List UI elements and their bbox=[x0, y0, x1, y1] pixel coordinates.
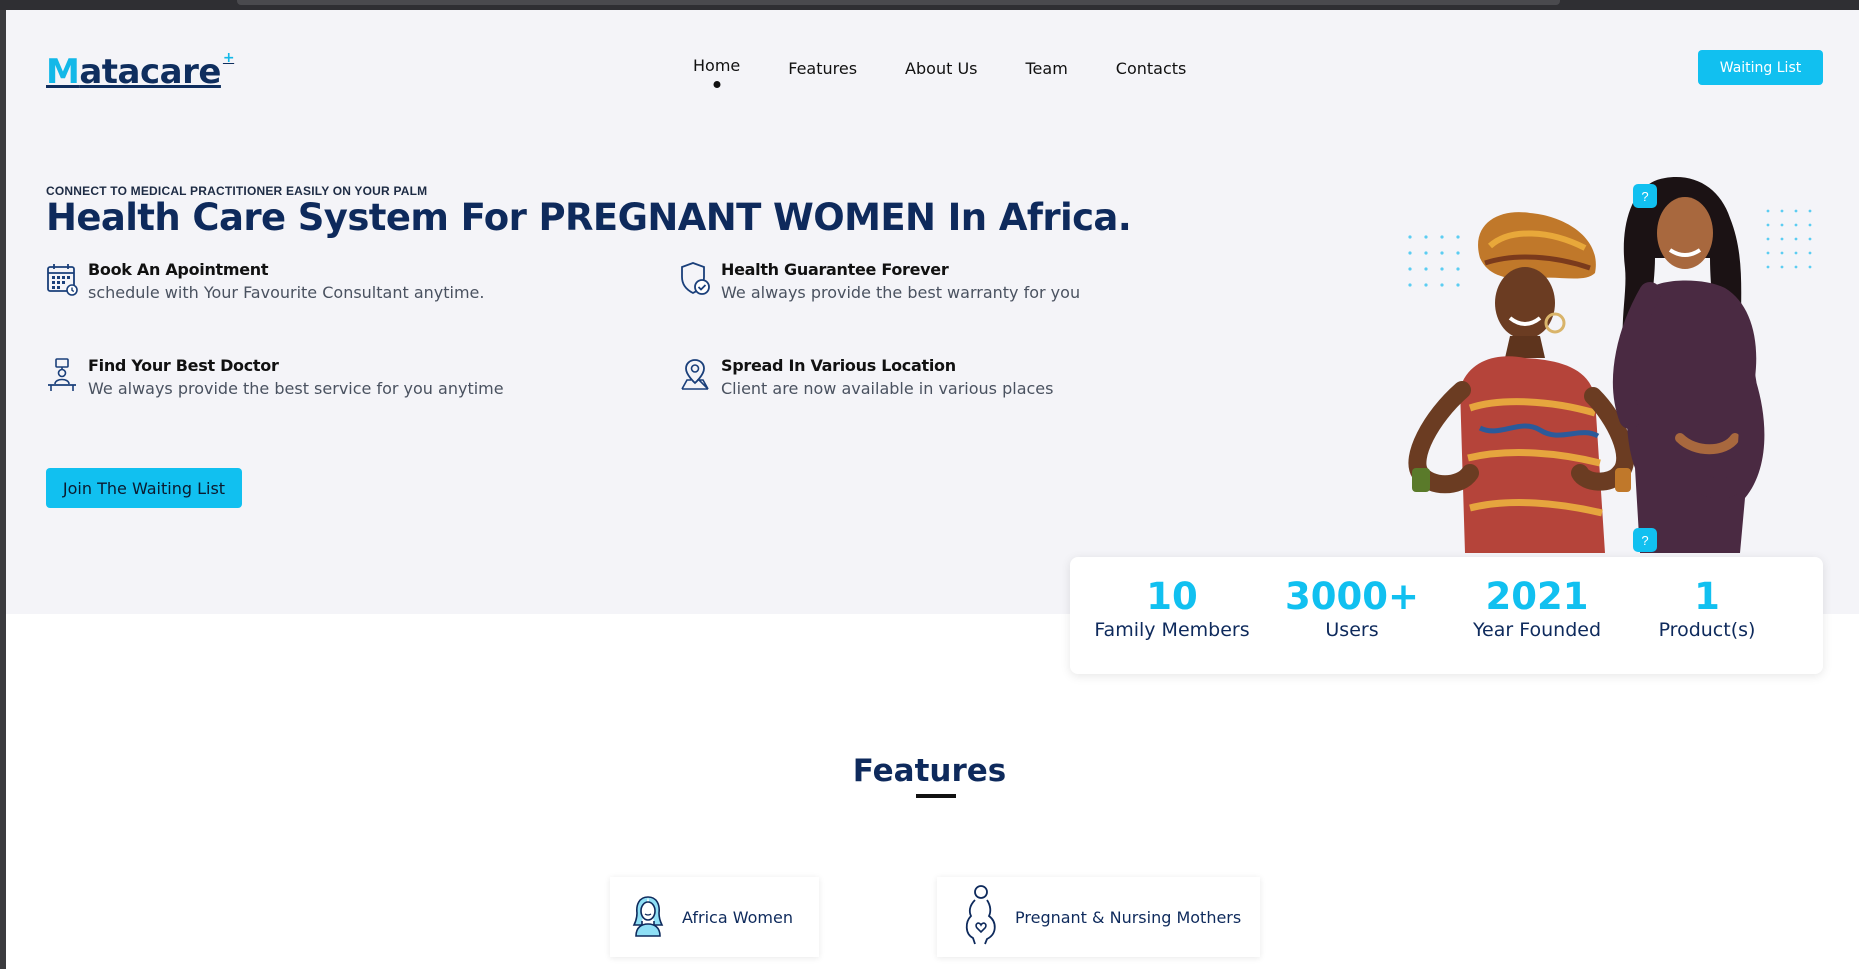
calendar-icon bbox=[46, 260, 78, 296]
nav-active-dot bbox=[713, 81, 721, 88]
stat-label: Product(s) bbox=[1658, 619, 1756, 641]
browser-top-strip bbox=[0, 0, 1859, 10]
features-title-underline bbox=[916, 794, 956, 798]
stat-family-members: 10 Family Members bbox=[1090, 575, 1254, 642]
nav-contacts[interactable]: Contacts bbox=[1116, 59, 1187, 78]
stat-label: Year Founded bbox=[1472, 619, 1602, 641]
stat-label: Users bbox=[1325, 619, 1379, 641]
feature-title: Find Your Best Doctor bbox=[88, 356, 279, 375]
stat-value: 10 bbox=[1146, 575, 1198, 618]
feature-card-label: Pregnant & Nursing Mothers bbox=[1015, 907, 1242, 927]
shield-check-icon bbox=[679, 260, 711, 296]
feature-desc: We always provide the best service for y… bbox=[88, 379, 504, 398]
feature-desc: Client are now available in various plac… bbox=[721, 379, 1054, 398]
feature-card-africa-women[interactable]: Africa Women bbox=[610, 877, 819, 957]
nav-features[interactable]: Features bbox=[788, 59, 857, 78]
feature-title: Health Guarantee Forever bbox=[721, 260, 949, 279]
nav-home[interactable]: Home bbox=[693, 56, 740, 88]
stat-products: 1 Product(s) bbox=[1642, 575, 1772, 642]
hero-headline: Health Care System For PREGNANT WOMEN In… bbox=[46, 196, 1132, 239]
hero-feature-doctor: Find Your Best Doctor We always provide … bbox=[46, 356, 504, 398]
stat-users: 3000+ Users bbox=[1284, 575, 1420, 642]
stat-value: 3000+ bbox=[1285, 575, 1419, 618]
doctor-desk-icon bbox=[46, 356, 78, 392]
features-section-title: Features bbox=[852, 753, 1007, 789]
hero-feature-appointment: Book An Apointment schedule with Your Fa… bbox=[46, 260, 484, 302]
browser-top-strip-inner bbox=[237, 0, 1560, 5]
main-nav: Home Features About Us Team Contacts bbox=[693, 56, 1187, 88]
hero-women-illustration bbox=[1408, 177, 1765, 553]
pregnant-icon bbox=[957, 884, 999, 951]
feature-title: Book An Apointment bbox=[88, 260, 269, 279]
stat-value: 2021 bbox=[1485, 575, 1589, 618]
join-waiting-list-button[interactable]: Join The Waiting List bbox=[46, 468, 242, 508]
stat-label: Family Members bbox=[1094, 619, 1250, 641]
feature-desc: We always provide the best warranty for … bbox=[721, 283, 1081, 302]
stat-value: 1 bbox=[1694, 575, 1720, 618]
logo-text: atacare bbox=[79, 52, 221, 92]
brand-logo[interactable]: Matacare + bbox=[46, 50, 235, 92]
logo-m-mark: M bbox=[46, 52, 80, 92]
map-pin-icon bbox=[679, 356, 711, 392]
nav-team[interactable]: Team bbox=[1025, 59, 1067, 78]
logo-plus: + bbox=[222, 50, 235, 66]
hero-feature-location: Spread In Various Location Client are no… bbox=[679, 356, 1053, 398]
nav-about-us[interactable]: About Us bbox=[905, 59, 977, 78]
feature-desc: schedule with Your Favourite Consultant … bbox=[88, 283, 485, 302]
feature-title: Spread In Various Location bbox=[721, 356, 956, 375]
hero-feature-guarantee: Health Guarantee Forever We always provi… bbox=[679, 260, 1080, 302]
feature-card-label: Africa Women bbox=[682, 907, 793, 927]
stats-card: 10 Family Members 3000+ Users 2021 Year … bbox=[1070, 557, 1823, 674]
help-badge-bottom[interactable]: ? bbox=[1633, 528, 1657, 552]
feature-card-pregnant-nursing[interactable]: Pregnant & Nursing Mothers bbox=[937, 877, 1260, 957]
help-badge-top[interactable]: ? bbox=[1633, 184, 1657, 208]
woman-icon bbox=[630, 893, 666, 942]
stat-year-founded: 2021 Year Founded bbox=[1462, 575, 1612, 642]
waiting-list-button[interactable]: Waiting List bbox=[1698, 50, 1823, 85]
